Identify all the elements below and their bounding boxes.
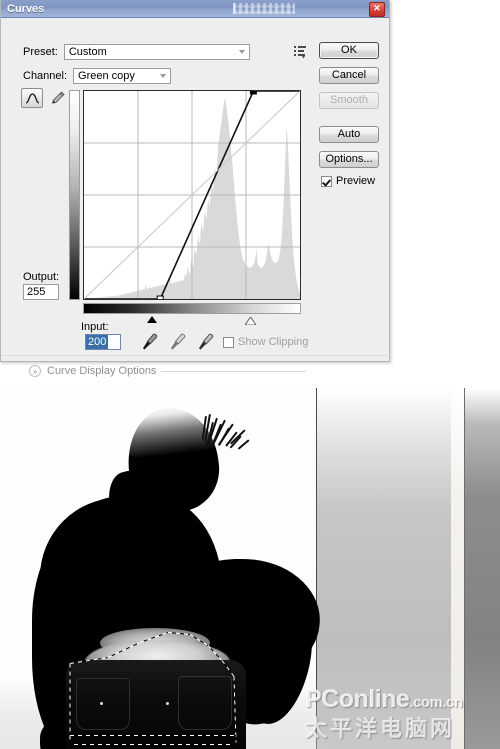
channel-label: Channel: bbox=[23, 70, 68, 82]
gray-point-eyedropper-icon[interactable] bbox=[169, 332, 186, 351]
show-clipping-label: Show Clipping bbox=[238, 336, 309, 348]
selection-edge bbox=[74, 744, 232, 745]
selection-edge bbox=[69, 663, 71, 743]
jeans-pocket-right bbox=[178, 676, 232, 730]
wall-panel-right bbox=[464, 388, 500, 749]
jeans-rivet bbox=[100, 702, 103, 705]
show-clipping-checkbox[interactable] bbox=[223, 336, 234, 348]
input-gradient-bar bbox=[83, 303, 301, 314]
curve-plot[interactable] bbox=[84, 91, 300, 299]
preset-dropdown[interactable]: Custom bbox=[63, 44, 250, 60]
dialog-button-column: OK Cancel Smooth Auto Options... bbox=[319, 42, 379, 176]
black-point-eyedropper-icon[interactable] bbox=[141, 332, 158, 351]
white-point-eyedropper-icon[interactable] bbox=[197, 332, 214, 351]
curves-graph[interactable] bbox=[83, 90, 301, 300]
preview-row[interactable]: Preview bbox=[321, 175, 375, 187]
cancel-button[interactable]: Cancel bbox=[319, 67, 379, 84]
options-button[interactable]: Options... bbox=[319, 151, 379, 168]
preview-label: Preview bbox=[336, 175, 376, 187]
preset-row: Preset: Custom bbox=[23, 44, 250, 60]
chevron-down-icon bbox=[160, 74, 167, 78]
curves-dialog: Curves ✕ Preset: Custom Channel: Green c… bbox=[0, 0, 391, 377]
curve-display-options-row[interactable]: » Curve Display Options bbox=[29, 365, 156, 377]
chevron-down-icon bbox=[238, 50, 245, 54]
jeans-rivet bbox=[166, 702, 169, 705]
jeans-pocket-left bbox=[76, 678, 130, 730]
channel-row: Channel: Green copy bbox=[23, 68, 172, 84]
black-point-slider[interactable] bbox=[147, 316, 157, 323]
input-input[interactable]: 200 bbox=[85, 334, 121, 350]
curve-display-options-label: Curve Display Options bbox=[47, 365, 157, 377]
dialog-titlebar[interactable]: Curves ✕ bbox=[1, 0, 389, 18]
output-gradient-bar bbox=[69, 90, 80, 300]
panel-divider bbox=[1, 355, 391, 356]
output-label: Output: bbox=[23, 271, 59, 283]
close-icon[interactable]: ✕ bbox=[369, 2, 385, 17]
eyedropper-group bbox=[141, 332, 214, 351]
input-label-text: Input: bbox=[81, 321, 109, 333]
channel-value: Green copy bbox=[78, 70, 135, 82]
smooth-button: Smooth bbox=[319, 92, 379, 109]
photo-top-gap bbox=[0, 378, 500, 388]
channel-dropdown[interactable]: Green copy bbox=[73, 68, 172, 84]
wall-panel-left bbox=[316, 388, 452, 749]
preset-value: Custom bbox=[68, 46, 107, 58]
curve-tool-button[interactable] bbox=[21, 88, 43, 108]
output-label-text: Output: bbox=[23, 271, 60, 283]
input-value: 200 bbox=[86, 335, 109, 349]
selection-edge bbox=[70, 735, 236, 736]
preview-checkbox[interactable] bbox=[321, 175, 332, 187]
input-label: Input: bbox=[81, 321, 109, 333]
preset-label: Preset: bbox=[23, 46, 58, 58]
titlebar-grip-icon bbox=[233, 3, 295, 14]
ok-button[interactable]: OK bbox=[319, 42, 379, 59]
pencil-tool-button[interactable] bbox=[47, 88, 69, 108]
curve-display-options-rule bbox=[161, 371, 306, 372]
show-clipping-row[interactable]: Show Clipping bbox=[223, 336, 308, 348]
chevron-down-icon[interactable]: » bbox=[29, 365, 41, 377]
dialog-title: Curves bbox=[7, 2, 45, 15]
auto-button[interactable]: Auto bbox=[319, 126, 379, 143]
curve-tool-group bbox=[21, 88, 69, 108]
output-input[interactable]: 255 bbox=[23, 284, 59, 300]
preset-list-icon[interactable] bbox=[293, 44, 307, 59]
wall-panel-gap bbox=[451, 388, 464, 749]
